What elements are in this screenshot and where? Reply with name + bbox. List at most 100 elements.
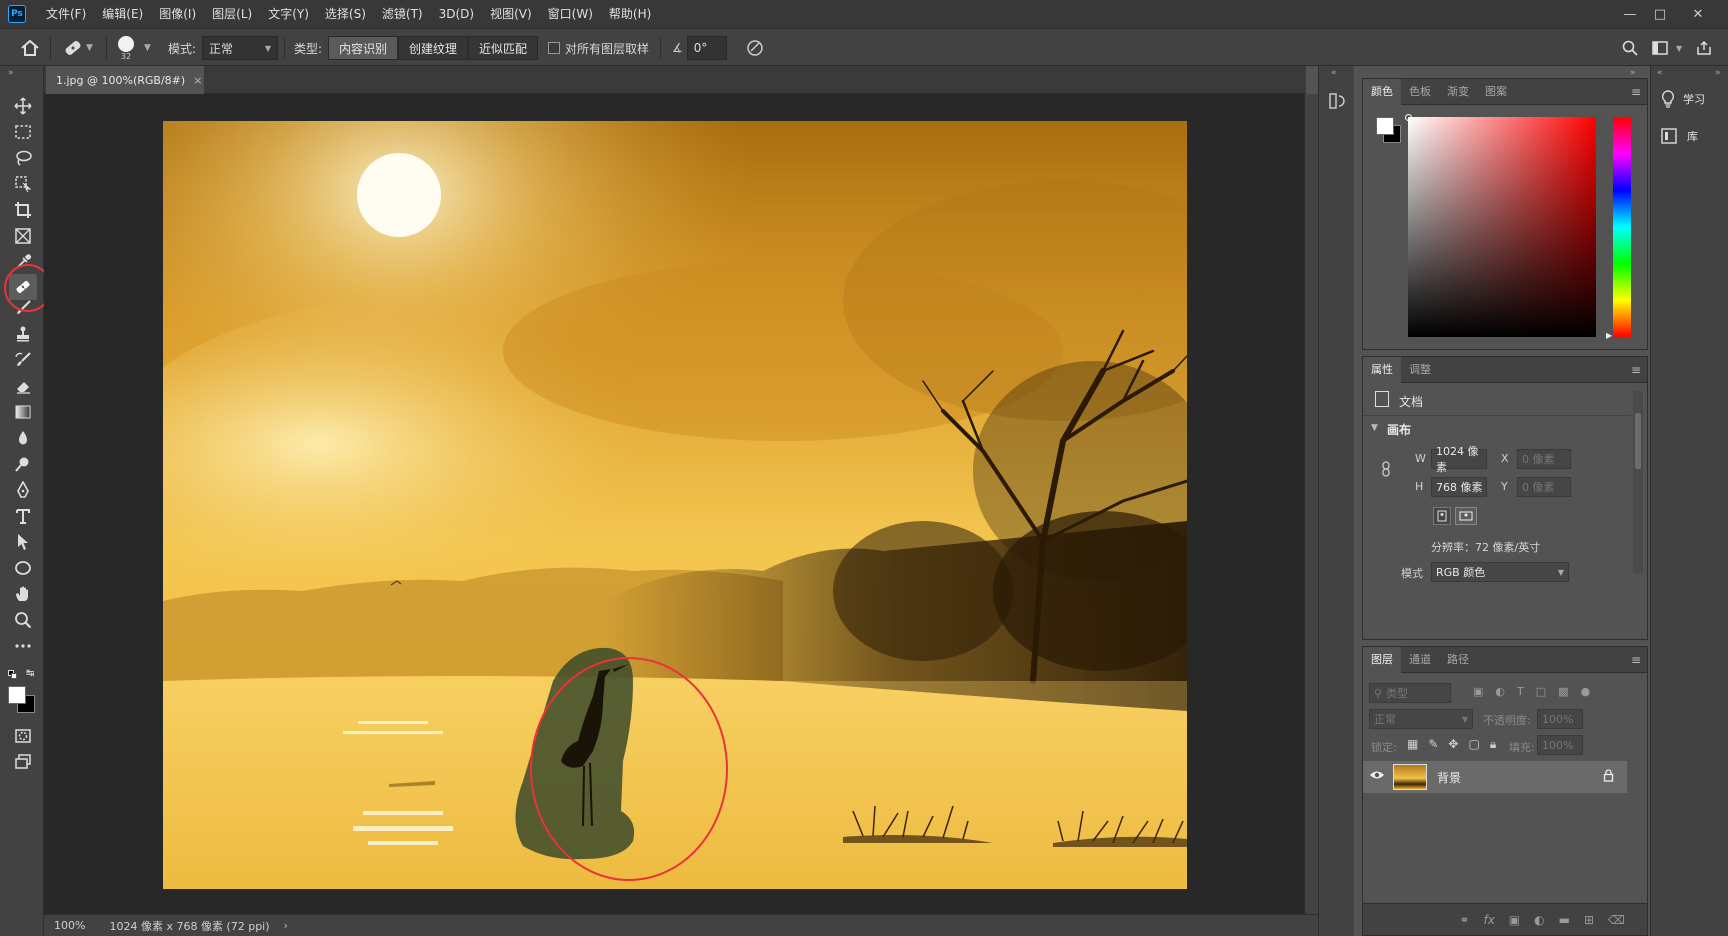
panel-menu-icon[interactable]: ≡ <box>1631 653 1641 667</box>
layer-lock-icon[interactable] <box>1603 769 1614 785</box>
tab-patterns[interactable]: 图案 <box>1477 79 1515 105</box>
crop-icon[interactable] <box>10 198 36 222</box>
chevron-down-icon[interactable]: ▼ <box>1371 423 1378 433</box>
color-mode-select[interactable]: RGB 颜色 ▼ <box>1431 562 1569 582</box>
filter-toggle-icon[interactable]: ● <box>1581 685 1591 698</box>
hand-icon[interactable] <box>10 582 36 606</box>
tab-layers[interactable]: 图层 <box>1363 646 1401 673</box>
lock-transparent-icon[interactable]: ▦ <box>1407 737 1418 752</box>
lasso-icon[interactable] <box>10 146 36 170</box>
sample-all-layers-checkbox[interactable] <box>548 42 560 54</box>
collapse-panels-icon[interactable]: » <box>1630 68 1636 78</box>
color-picker-handle[interactable] <box>1405 114 1412 121</box>
panel-menu-icon[interactable]: ≡ <box>1631 85 1641 99</box>
learn-button[interactable]: 学习 <box>1661 90 1705 108</box>
dodge-icon[interactable] <box>10 452 36 476</box>
hue-slider[interactable] <box>1613 117 1631 337</box>
angle-input[interactable]: 0° <box>686 36 727 60</box>
pressure-size-icon[interactable] <box>746 29 764 67</box>
ellipse-icon[interactable] <box>10 556 36 580</box>
shape-filter-icon[interactable]: □ <box>1536 685 1546 698</box>
lock-position-icon[interactable]: ✥ <box>1448 737 1458 752</box>
menu-window[interactable]: 窗口(W) <box>540 0 601 28</box>
vertical-scrollbar[interactable] <box>1304 94 1318 914</box>
default-colors-icon[interactable] <box>8 670 17 679</box>
collapse-strip-icon[interactable]: « <box>1657 68 1663 78</box>
mask-icon[interactable]: ▣ <box>1509 913 1520 927</box>
menu-select[interactable]: 选择(S) <box>317 0 374 28</box>
folder-icon[interactable]: ▬ <box>1559 913 1570 927</box>
hue-slider-handle-icon[interactable]: ▶ <box>1606 331 1612 340</box>
gradient-icon[interactable] <box>10 400 36 424</box>
search-icon[interactable] <box>1622 29 1638 67</box>
workspace-icon[interactable]: ▼ <box>1652 29 1682 67</box>
link-dimensions-icon[interactable] <box>1381 461 1391 477</box>
smart-object-filter-icon[interactable]: ▩ <box>1558 685 1568 698</box>
eraser-icon[interactable] <box>10 374 36 398</box>
close-icon[interactable]: ✕ <box>1680 0 1716 28</box>
pen-icon[interactable] <box>10 478 36 502</box>
fx-icon[interactable]: fx <box>1483 913 1494 927</box>
quick-mask-icon[interactable] <box>10 724 36 748</box>
color-field[interactable] <box>1408 117 1596 337</box>
more-icon[interactable] <box>10 634 36 658</box>
pixel-filter-icon[interactable]: ▣ <box>1473 685 1483 698</box>
marquee-icon[interactable] <box>10 120 36 144</box>
y-field[interactable]: 0 像素 <box>1517 477 1571 497</box>
fill-field[interactable]: 100% <box>1537 735 1583 755</box>
menu-image[interactable]: 图像(I) <box>151 0 204 28</box>
type-create-texture-button[interactable]: 创建纹理 <box>398 36 469 60</box>
chevron-down-icon[interactable]: ▼ <box>144 29 151 67</box>
zoom-icon[interactable] <box>10 608 36 632</box>
move-icon[interactable] <box>10 94 36 118</box>
new-layer-icon[interactable]: ⊞ <box>1584 913 1594 927</box>
history-brush-icon[interactable] <box>10 348 36 372</box>
tab-paths[interactable]: 路径 <box>1439 647 1477 673</box>
foreground-color-swatch[interactable] <box>8 686 26 704</box>
clone-stamp-icon[interactable] <box>10 322 36 346</box>
trash-icon[interactable]: ⌫ <box>1608 913 1625 927</box>
tab-channels[interactable]: 通道 <box>1401 647 1439 673</box>
brush-size-picker[interactable]: 32 <box>118 29 134 67</box>
layer-row[interactable]: 背景 <box>1363 761 1627 793</box>
menu-file[interactable]: 文件(F) <box>38 0 94 28</box>
menu-help[interactable]: 帮助(H) <box>601 0 659 28</box>
status-menu-arrow[interactable]: › <box>284 919 288 932</box>
opacity-field[interactable]: 100% <box>1537 709 1583 729</box>
menu-edit[interactable]: 编辑(E) <box>94 0 151 28</box>
blend-mode-select[interactable]: 正常 ▼ <box>1369 709 1473 729</box>
adjustment-filter-icon[interactable]: ◐ <box>1495 685 1505 698</box>
width-field[interactable]: 1024 像素 <box>1431 445 1487 474</box>
maximize-icon[interactable]: □ <box>1642 0 1678 28</box>
menu-layer[interactable]: 图层(L) <box>204 0 260 28</box>
libraries-button[interactable]: 库 <box>1661 128 1698 144</box>
adjustment-icon[interactable]: ◐ <box>1534 913 1544 927</box>
eye-icon[interactable] <box>1369 769 1385 784</box>
properties-scrollbar[interactable] <box>1633 391 1643 573</box>
tab-swatches[interactable]: 色板 <box>1401 79 1439 105</box>
lock-artboard-icon[interactable]: ▢ <box>1468 737 1479 752</box>
link-icon[interactable]: ⚭ <box>1459 913 1469 927</box>
history-icon[interactable] <box>1326 90 1348 112</box>
color-fg-swatch[interactable] <box>1376 117 1394 135</box>
home-icon[interactable] <box>20 29 40 67</box>
menu-filter[interactable]: 滤镜(T) <box>374 0 431 28</box>
screen-mode-icon[interactable] <box>10 750 36 774</box>
layer-filter-select[interactable]: ⚲ 类型 <box>1369 683 1451 703</box>
share-icon[interactable] <box>1696 29 1712 67</box>
swap-colors-icon[interactable]: ↹ <box>26 668 34 679</box>
x-field[interactable]: 0 像素 <box>1517 449 1571 469</box>
tool-preset-picker[interactable]: ▼ <box>62 29 93 67</box>
tab-gradients[interactable]: 渐变 <box>1439 79 1477 105</box>
frame-icon[interactable] <box>10 224 36 248</box>
tab-adjustments[interactable]: 调整 <box>1401 357 1439 383</box>
document-tab[interactable]: 1.jpg @ 100%(RGB/8#) × <box>46 66 204 94</box>
menu-3d[interactable]: 3D(D) <box>431 0 482 28</box>
landscape-orientation-icon[interactable] <box>1455 507 1477 525</box>
menu-type[interactable]: 文字(Y) <box>260 0 317 28</box>
tab-color[interactable]: 颜色 <box>1363 78 1401 105</box>
panel-menu-icon[interactable]: ≡ <box>1631 363 1641 377</box>
height-field[interactable]: 768 像素 <box>1431 477 1487 497</box>
lock-pixels-icon[interactable]: ✎ <box>1428 737 1438 752</box>
type-proximity-match-button[interactable]: 近似匹配 <box>468 36 539 60</box>
